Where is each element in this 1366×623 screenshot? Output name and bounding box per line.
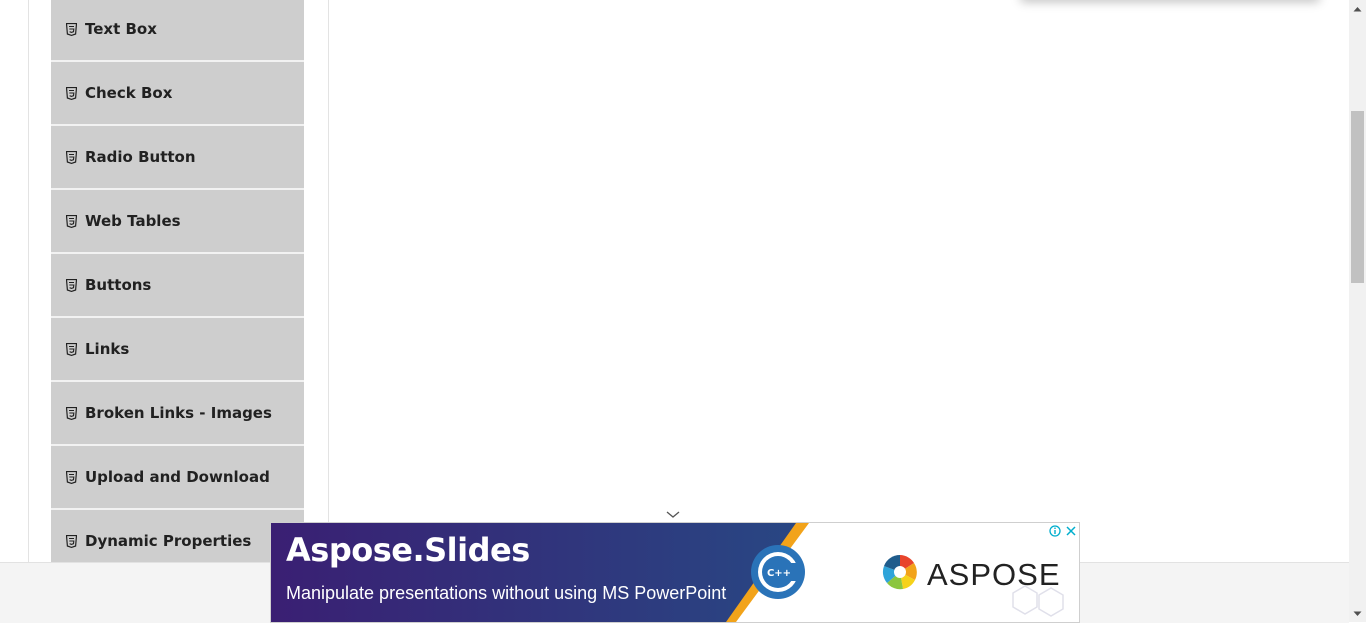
chevron-down-icon [666, 511, 680, 518]
menu-item-check-box[interactable]: Check Box [51, 62, 304, 126]
scroll-down-arrow-icon [1353, 611, 1362, 616]
html5-icon [66, 22, 77, 36]
ad-info-button[interactable] [1047, 523, 1062, 538]
menu-item-broken-links-images[interactable]: Broken Links - Images [51, 382, 304, 446]
close-icon [1065, 525, 1076, 536]
html5-icon [66, 406, 77, 420]
elements-menu: Text Box Check Box Radio Button Web Tabl… [51, 0, 304, 574]
html5-icon [66, 214, 77, 228]
html5-icon [66, 86, 77, 100]
ad-title: Aspose.Slides [286, 531, 530, 569]
ad-subtitle: Manipulate presentations without using M… [286, 583, 727, 603]
html5-icon [66, 534, 77, 548]
menu-item-label: Dynamic Properties [85, 532, 252, 550]
menu-item-label: Broken Links - Images [85, 404, 272, 422]
cplusplus-logo-icon: C++ [751, 545, 805, 599]
left-border [28, 0, 29, 562]
menu-item-label: Check Box [85, 84, 173, 102]
html5-icon [66, 278, 77, 292]
ad-brand: ASPOSE [927, 557, 1061, 592]
menu-item-label: Radio Button [85, 148, 196, 166]
sidebar-divider [328, 0, 329, 562]
menu-item-label: Links [85, 340, 130, 358]
cplusplus-badge-text: C++ [767, 568, 791, 579]
menu-item-text-box[interactable]: Text Box [51, 0, 304, 62]
html5-icon [66, 150, 77, 164]
scroll-down-button[interactable] [1349, 605, 1366, 622]
ad-collapse-toggle[interactable] [664, 506, 682, 520]
html5-icon [66, 470, 77, 484]
scrollbar-thumb[interactable] [1351, 111, 1364, 283]
menu-item-label: Text Box [85, 20, 157, 38]
vertical-scrollbar[interactable] [1349, 0, 1366, 622]
ad-close-button[interactable] [1063, 523, 1078, 538]
menu-item-web-tables[interactable]: Web Tables [51, 190, 304, 254]
menu-item-buttons[interactable]: Buttons [51, 254, 304, 318]
aspose-logo-icon [882, 554, 917, 590]
menu-item-label: Web Tables [85, 212, 181, 230]
info-icon [1048, 524, 1061, 537]
html5-icon [66, 342, 77, 356]
menu-item-label: Buttons [85, 276, 152, 294]
scroll-up-arrow-icon [1353, 6, 1362, 11]
menu-item-upload-and-download[interactable]: Upload and Download [51, 446, 304, 510]
menu-item-label: Upload and Download [85, 468, 270, 486]
menu-item-links[interactable]: Links [51, 318, 304, 382]
ad-banner[interactable]: Aspose.Slides Manipulate presentations w… [270, 522, 1080, 623]
scroll-up-button[interactable] [1349, 0, 1366, 17]
menu-item-radio-button[interactable]: Radio Button [51, 126, 304, 190]
